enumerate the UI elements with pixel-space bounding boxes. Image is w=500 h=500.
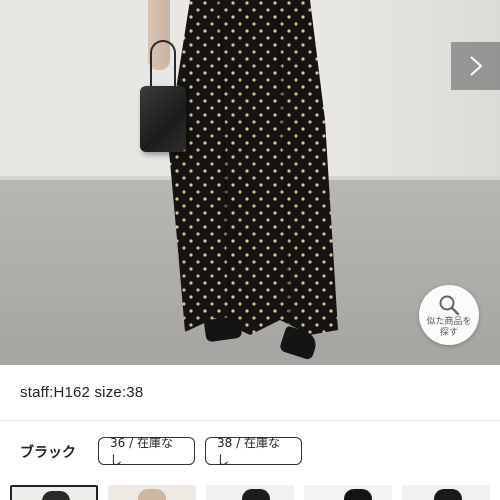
thumbnail-4[interactable] (304, 485, 392, 500)
thumbnail-figure (434, 489, 462, 500)
chevron-right-icon (469, 56, 482, 76)
find-similar-button[interactable]: 似た商品を 探す (419, 285, 479, 345)
find-similar-label: 似た商品を 探す (423, 317, 475, 339)
thumbnail-1[interactable] (10, 485, 98, 500)
thumbnail-figure (242, 489, 270, 500)
thumbnail-3[interactable] (206, 485, 294, 500)
next-image-button[interactable] (451, 42, 500, 90)
product-image[interactable]: 似た商品を 探す (0, 0, 500, 365)
handbag (140, 86, 186, 152)
find-similar-label-line2: 探す (439, 327, 458, 338)
thumbnail-figure (42, 491, 70, 500)
thumbnail-figure (138, 489, 166, 500)
size-option-36[interactable]: 36 / 在庫なし (98, 436, 195, 467)
find-similar-label-line1: 似た商品を (426, 316, 472, 327)
color-name-label: ブラック (20, 445, 76, 461)
magnifier-icon (439, 295, 460, 315)
polka-dot-skirt (168, 0, 338, 335)
thumbnail-figure (344, 489, 372, 500)
thumbnail-5[interactable] (402, 485, 490, 500)
staff-size-info: staff:H162 size:38 (20, 384, 144, 401)
section-divider (0, 420, 500, 421)
thumbnail-2[interactable] (108, 485, 196, 500)
size-option-38[interactable]: 38 / 在庫なし (205, 436, 302, 467)
